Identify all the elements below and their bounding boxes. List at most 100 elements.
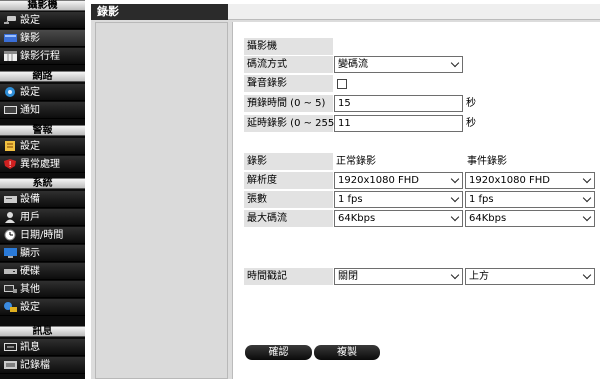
postrecord-input[interactable]: 11 — [334, 115, 463, 132]
sidebar-item-user[interactable]: 用戶 — [0, 209, 85, 226]
sidebar-item-notify[interactable]: 通知 — [0, 102, 85, 119]
settings-icon — [4, 302, 17, 312]
chevron-down-icon — [450, 174, 460, 184]
sidebar-item-device[interactable]: 設備 — [0, 191, 85, 208]
camera-label: 攝影機 — [244, 38, 333, 55]
chevron-down-icon — [582, 270, 592, 280]
sidebar-item-camera-settings[interactable]: 設定 — [0, 12, 85, 29]
sidebar-item-label: 其他 — [20, 284, 40, 295]
clock-icon — [4, 229, 16, 241]
sidebar-item-label: 設定 — [20, 15, 40, 26]
svg-text:!: ! — [9, 160, 12, 169]
resolution-event-select[interactable]: 1920x1080 FHD — [465, 172, 595, 189]
sidebar-item-log[interactable]: 記錄檔 — [0, 357, 85, 374]
header-strip — [228, 4, 600, 20]
sidebar-item-label: 硬碟 — [20, 266, 40, 277]
fps-event-value: 1 fps — [469, 194, 494, 205]
fps-normal-select[interactable]: 1 fps — [334, 191, 463, 208]
section-network-header: 網路 — [0, 71, 85, 82]
audio-record-checkbox[interactable] — [337, 79, 347, 89]
user-icon — [5, 212, 15, 223]
postrecord-label: 延時錄影 (0 ~ 255) — [244, 115, 338, 132]
bitrate-event-value: 64Kbps — [469, 213, 507, 224]
chevron-down-icon — [582, 193, 592, 203]
prerecord-unit: 秒 — [466, 98, 476, 109]
sidebar-item-datetime[interactable]: 日期/時間 — [0, 227, 85, 244]
sidebar-item-system-settings[interactable]: 設定 — [0, 299, 85, 316]
hdd-icon — [4, 269, 17, 274]
camera-icon — [4, 16, 16, 24]
network-icon — [5, 87, 15, 97]
info-icon — [4, 343, 17, 351]
page-title: 錄影 — [91, 4, 228, 20]
sidebar-item-hdd[interactable]: 硬碟 — [0, 263, 85, 280]
sidebar-item-label: 日期/時間 — [20, 230, 64, 241]
chevron-down-icon — [450, 58, 460, 68]
timestamp-label: 時間戳記 — [244, 268, 333, 285]
sidebar-item-label: 異常處理 — [20, 159, 60, 170]
sidebar-item-label: 設定 — [20, 302, 40, 313]
copy-button[interactable]: 複製 — [314, 345, 380, 360]
sidebar-item-label: 記錄檔 — [20, 360, 50, 371]
prerecord-label: 預錄時間 (0 ~ 5) — [244, 95, 333, 112]
sidebar-item-record[interactable]: 錄影 — [0, 30, 85, 47]
timestamp-position-select[interactable]: 上方 — [465, 268, 595, 285]
section-system-header: 系統 — [0, 178, 85, 189]
monitor-icon — [4, 248, 17, 258]
chevron-down-icon — [450, 212, 460, 222]
section-info-header: 訊息 — [0, 326, 85, 337]
channel-pane — [95, 22, 228, 379]
audio-record-label: 聲音錄影 — [244, 75, 333, 92]
sidebar-item-exception[interactable]: ! 異常處理 — [0, 156, 85, 173]
sidebar-item-label: 設備 — [20, 194, 40, 205]
bitrate-label: 最大碼流 — [244, 210, 333, 227]
resolution-normal-value: 1920x1080 FHD — [338, 175, 419, 186]
chevron-down-icon — [450, 193, 460, 203]
confirm-button[interactable]: 確認 — [245, 345, 312, 360]
chevron-down-icon — [582, 174, 592, 184]
other-icon — [4, 285, 17, 293]
device-icon — [4, 196, 17, 203]
timestamp-value: 關閉 — [338, 271, 358, 282]
fps-normal-value: 1 fps — [338, 194, 363, 205]
sidebar-item-label: 設定 — [20, 87, 40, 98]
sidebar-item-label: 顯示 — [20, 248, 40, 259]
chevron-down-icon — [450, 270, 460, 280]
shield-icon: ! — [4, 159, 16, 169]
bitrate-event-select[interactable]: 64Kbps — [465, 210, 595, 227]
resolution-event-value: 1920x1080 FHD — [469, 175, 550, 186]
postrecord-unit: 秒 — [466, 118, 476, 129]
sidebar-item-display[interactable]: 顯示 — [0, 245, 85, 262]
sidebar-item-label: 錄影 — [20, 33, 40, 44]
prerecord-input[interactable]: 15 — [334, 95, 463, 112]
alarm-icon — [5, 141, 15, 151]
event-record-header: 事件錄影 — [467, 156, 507, 167]
fps-label: 張數 — [244, 191, 333, 208]
sidebar-item-network-settings[interactable]: 設定 — [0, 84, 85, 101]
sidebar-item-label: 設定 — [20, 141, 40, 152]
bitrate-normal-value: 64Kbps — [338, 213, 376, 224]
section-camera-header: 攝影機 — [0, 0, 85, 11]
stream-mode-select[interactable]: 變碼流 — [334, 56, 463, 73]
fps-event-select[interactable]: 1 fps — [465, 191, 595, 208]
sidebar-item-info[interactable]: 訊息 — [0, 339, 85, 356]
sidebar-item-label: 用戶 — [20, 212, 40, 223]
sidebar-item-label: 通知 — [20, 105, 40, 116]
calendar-icon — [4, 51, 17, 61]
resolution-normal-select[interactable]: 1920x1080 FHD — [334, 172, 463, 189]
sidebar-item-label: 訊息 — [20, 342, 40, 353]
sidebar-item-alarm-settings[interactable]: 設定 — [0, 138, 85, 155]
chevron-down-icon — [582, 212, 592, 222]
stream-mode-label: 碼流方式 — [244, 56, 333, 73]
sidebar: 攝影機 設定 錄影 錄影行程 網路 設定 通知 警報 設定 ! 異常處理 系統 … — [0, 0, 85, 379]
record-icon — [4, 34, 17, 42]
sidebar-item-record-schedule[interactable]: 錄影行程 — [0, 48, 85, 65]
section-alarm-header: 警報 — [0, 125, 85, 136]
timestamp-select[interactable]: 關閉 — [334, 268, 463, 285]
sidebar-item-label: 錄影行程 — [20, 51, 60, 62]
log-icon — [4, 361, 17, 369]
stream-mode-value: 變碼流 — [338, 59, 368, 70]
bitrate-normal-select[interactable]: 64Kbps — [334, 210, 463, 227]
normal-record-header: 正常錄影 — [336, 156, 376, 167]
sidebar-item-other[interactable]: 其他 — [0, 281, 85, 298]
